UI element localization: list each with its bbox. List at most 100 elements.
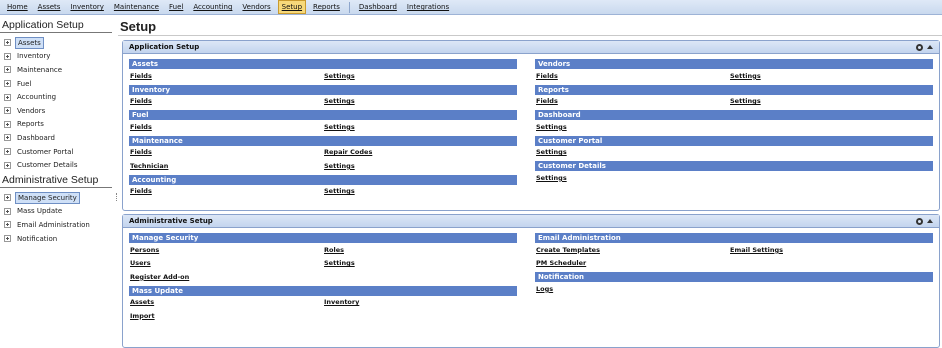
- sidebar-item-customer-portal[interactable]: Customer Portal: [0, 145, 116, 159]
- vendors-fields-link[interactable]: Fields: [535, 72, 729, 80]
- collapse-icon[interactable]: [927, 45, 933, 49]
- link-row: Fields Settings: [535, 95, 933, 109]
- sidebar-item-label: Assets: [15, 36, 44, 49]
- menu-assets[interactable]: Assets: [35, 1, 64, 13]
- expand-icon[interactable]: [4, 134, 11, 142]
- expand-icon[interactable]: [4, 107, 11, 115]
- menu-vendors[interactable]: Vendors: [239, 1, 273, 13]
- notification-logs-link[interactable]: Logs: [535, 285, 729, 293]
- section-accounting: Accounting Fields Settings: [129, 174, 517, 199]
- sidebar-item-mass-update[interactable]: Mass Update: [0, 205, 116, 219]
- maintenance-settings-link[interactable]: Settings: [323, 162, 517, 170]
- expand-icon[interactable]: [4, 80, 11, 88]
- manage-security-roles-link[interactable]: Roles: [323, 246, 517, 254]
- customer-portal-settings-link[interactable]: Settings: [535, 148, 729, 156]
- sidebar-item-customer-details[interactable]: Customer Details: [0, 158, 116, 172]
- sidebar-item-email-administration[interactable]: Email Administration: [0, 218, 116, 232]
- collapse-icon[interactable]: [927, 219, 933, 223]
- sidebar-item-inventory[interactable]: Inventory: [0, 50, 116, 64]
- sidebar-item-fuel[interactable]: Fuel: [0, 77, 116, 91]
- sidebar-item-maintenance[interactable]: Maintenance: [0, 63, 116, 77]
- reports-settings-link[interactable]: Settings: [729, 97, 923, 105]
- administrative-setup-left-column: Manage Security Persons Roles Users Settings…: [129, 233, 531, 325]
- accounting-fields-link[interactable]: Fields: [129, 187, 323, 195]
- expand-icon[interactable]: [4, 93, 11, 101]
- reports-fields-link[interactable]: Fields: [535, 97, 729, 105]
- expand-icon[interactable]: [4, 52, 11, 60]
- maintenance-technician-link[interactable]: Technician: [129, 162, 323, 170]
- section-header: Notification: [535, 272, 933, 282]
- vendors-settings-link[interactable]: Settings: [729, 72, 923, 80]
- gear-icon[interactable]: [916, 217, 923, 225]
- application-setup-tree: Assets Inventory Maintenance Fuel Accounting…: [0, 33, 116, 172]
- manage-security-users-link[interactable]: Users: [129, 259, 323, 267]
- section-header: Assets: [129, 59, 517, 69]
- expand-icon[interactable]: [4, 221, 11, 229]
- assets-fields-link[interactable]: Fields: [129, 72, 323, 80]
- splitter-grip[interactable]: [116, 193, 117, 201]
- expand-icon[interactable]: [4, 194, 11, 202]
- section-dashboard: Dashboard Settings: [535, 110, 933, 134]
- section-maintenance: Maintenance Fields Repair Codes Technician S…: [129, 135, 517, 173]
- link-row: Fields Settings: [129, 69, 517, 83]
- sidebar-item-manage-security[interactable]: Manage Security: [0, 191, 116, 205]
- menu-inventory[interactable]: Inventory: [67, 1, 106, 13]
- expand-icon[interactable]: [4, 235, 11, 243]
- expand-icon[interactable]: [4, 148, 11, 156]
- accounting-settings-link[interactable]: Settings: [323, 187, 517, 195]
- sidebar-item-vendors[interactable]: Vendors: [0, 104, 116, 118]
- gear-icon[interactable]: [916, 43, 923, 51]
- menu-setup[interactable]: Setup: [277, 0, 307, 14]
- menu-home[interactable]: Home: [4, 1, 31, 13]
- mass-update-import-link[interactable]: Import: [129, 312, 323, 320]
- fuel-settings-link[interactable]: Settings: [323, 123, 517, 131]
- dashboard-settings-link[interactable]: Settings: [535, 123, 729, 131]
- section-customer-details: Customer Details Settings: [535, 161, 933, 185]
- mass-update-inventory-link[interactable]: Inventory: [323, 298, 517, 306]
- link-row: Assets Inventory: [129, 296, 517, 310]
- manage-security-settings-link[interactable]: Settings: [323, 259, 517, 267]
- section-assets: Assets Fields Settings: [129, 59, 517, 83]
- menu-integrations[interactable]: Integrations: [404, 1, 452, 13]
- manage-security-persons-link[interactable]: Persons: [129, 246, 323, 254]
- section-header: Email Administration: [535, 233, 933, 243]
- menu-fuel[interactable]: Fuel: [166, 1, 186, 13]
- assets-settings-link[interactable]: Settings: [323, 72, 517, 80]
- inventory-settings-link[interactable]: Settings: [323, 97, 517, 105]
- menu-maintenance[interactable]: Maintenance: [111, 1, 162, 13]
- expand-icon[interactable]: [4, 39, 11, 47]
- section-mass-update: Mass Update Assets Inventory Import: [129, 285, 517, 323]
- menu-reports[interactable]: Reports: [310, 1, 343, 13]
- sidebar-item-accounting[interactable]: Accounting: [0, 90, 116, 104]
- section-vendors: Vendors Fields Settings: [535, 59, 933, 83]
- fuel-fields-link[interactable]: Fields: [129, 123, 323, 131]
- email-administration-pm-scheduler-link[interactable]: PM Scheduler: [535, 259, 729, 267]
- expand-icon[interactable]: [4, 120, 11, 128]
- inventory-fields-link[interactable]: Fields: [129, 97, 323, 105]
- sidebar-item-dashboard[interactable]: Dashboard: [0, 131, 116, 145]
- expand-icon[interactable]: [4, 66, 11, 74]
- menu-accounting[interactable]: Accounting: [190, 1, 235, 13]
- sidebar-item-label: Maintenance: [17, 65, 63, 74]
- sidebar-item-label: Accounting: [17, 93, 57, 102]
- top-menu-bar: Home Assets Inventory Maintenance Fuel A…: [0, 0, 942, 15]
- sidebar-item-reports[interactable]: Reports: [0, 118, 116, 132]
- administrative-setup-panel: Administrative Setup Manage Security Pers…: [122, 214, 940, 348]
- sidebar-item-assets[interactable]: Assets: [0, 36, 116, 50]
- section-header: Dashboard: [535, 110, 933, 120]
- maintenance-fields-link[interactable]: Fields: [129, 148, 323, 156]
- maintenance-repair-codes-link[interactable]: Repair Codes: [323, 148, 517, 156]
- email-administration-email-settings-link[interactable]: Email Settings: [729, 246, 923, 254]
- customer-details-settings-link[interactable]: Settings: [535, 174, 729, 182]
- mass-update-assets-link[interactable]: Assets: [129, 298, 323, 306]
- expand-icon[interactable]: [4, 161, 11, 169]
- section-header: Mass Update: [129, 285, 517, 296]
- menu-dashboard[interactable]: Dashboard: [356, 1, 400, 13]
- panel-title: Application Setup: [129, 43, 200, 51]
- expand-icon[interactable]: [4, 207, 11, 215]
- sidebar-item-notification[interactable]: Notification: [0, 232, 116, 246]
- application-setup-right-column: Vendors Fields Settings Reports Fields Settin…: [531, 59, 933, 200]
- sidebar-item-label: Customer Portal: [17, 147, 74, 156]
- manage-security-register-add-on-link[interactable]: Register Add-on: [129, 273, 323, 281]
- email-administration-create-templates-link[interactable]: Create Templates: [535, 246, 729, 254]
